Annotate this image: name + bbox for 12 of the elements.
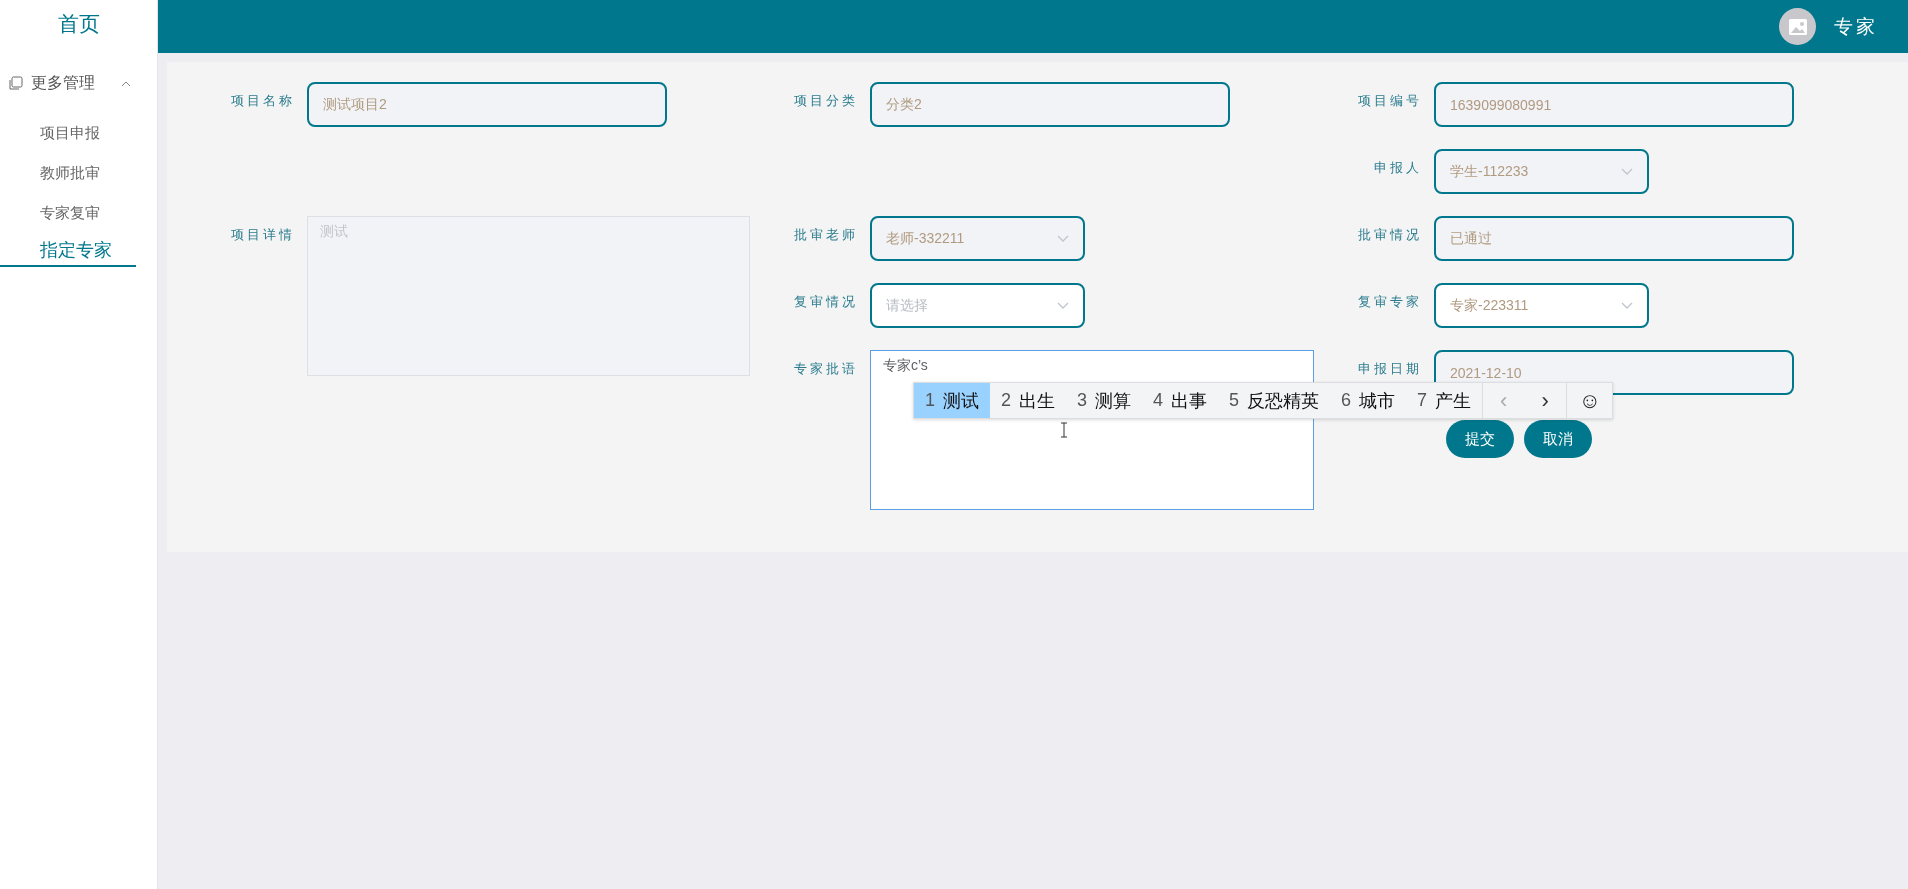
field-label: 复审专家: [1357, 293, 1423, 311]
user-name: 专家: [1834, 13, 1878, 39]
field-label: 项目编号: [1357, 92, 1423, 110]
field-label: 申报日期: [1357, 360, 1423, 378]
field-label: 复审情况: [793, 293, 859, 311]
field-label: 项目详情: [230, 226, 296, 244]
field-label: 项目分类: [793, 92, 859, 110]
field-label: 批审情况: [1357, 226, 1423, 244]
field-label: 申报人: [1373, 159, 1423, 177]
field-label: 项目名称: [230, 92, 296, 110]
field-label: 批审老师: [793, 226, 859, 244]
field-label: 专家批语: [793, 360, 859, 378]
